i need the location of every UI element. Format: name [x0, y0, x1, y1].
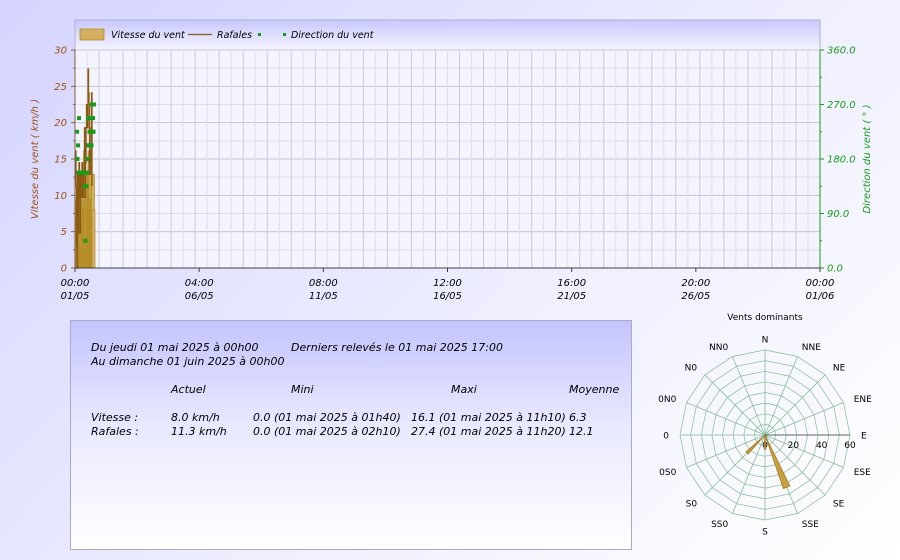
left-tick-label: 0: [61, 264, 67, 275]
left-tick-label: 15: [54, 155, 67, 166]
direction-point: [91, 129, 96, 134]
x-tick-date: 01/06: [806, 291, 835, 302]
rose-direction-label: 0N0: [658, 395, 676, 405]
row-gust-max: 27.4 (01 mai 2025 à 11h20): [411, 425, 566, 438]
left-tick-label: 5: [61, 227, 67, 238]
header-max: Maxi: [451, 383, 477, 396]
rose-direction-label: 0S0: [659, 468, 676, 478]
row-gust-min: 0.0 (01 mai 2025 à 02h10): [253, 425, 401, 438]
x-tick-date: 16/05: [433, 291, 462, 302]
rose-direction-label: N0: [685, 364, 698, 374]
left-tick-label: 25: [54, 82, 67, 93]
row-speed-current: 8.0 km/h: [171, 411, 220, 424]
right-tick-label: 0.0: [827, 264, 843, 275]
left-tick-label: 20: [54, 118, 67, 129]
header-avg: Moyenne: [569, 383, 620, 396]
rose-radial-tick-label: 20: [788, 441, 800, 451]
rose-direction-label: S0: [686, 499, 698, 509]
right-tick-label: 360.0: [827, 46, 856, 57]
period-end: Au dimanche 01 juin 2025 à 00h00: [91, 355, 285, 368]
x-tick-time: 00:00: [806, 278, 835, 289]
header-current: Actuel: [171, 383, 206, 396]
direction-point: [83, 238, 88, 243]
header-min: Mini: [291, 383, 314, 396]
x-tick-date: 11/05: [309, 291, 338, 302]
right-axis-label: Direction du vent ( ° ): [862, 104, 873, 213]
rose-direction-label: NNE: [802, 343, 821, 353]
speed-bar: [91, 209, 96, 269]
row-speed-max: 16.1 (01 mai 2025 à 11h10): [411, 411, 566, 424]
direction-point: [76, 143, 81, 148]
x-tick-time: 08:00: [309, 278, 338, 289]
row-gust-label: Rafales :: [91, 425, 139, 438]
row-gust-current: 11.3 km/h: [171, 425, 227, 438]
left-tick-label: 10: [54, 191, 67, 202]
right-tick-label: 180.0: [827, 155, 856, 166]
x-tick-time: 12:00: [433, 278, 462, 289]
x-tick-time: 00:00: [61, 278, 90, 289]
rose-direction-label: NE: [833, 364, 846, 374]
legend-direction-swatch: [258, 33, 261, 36]
right-tick-label: 270.0: [827, 100, 856, 111]
legend-speed-label: Vitesse du vent: [111, 30, 186, 41]
rose-radial-tick-label: 60: [844, 441, 856, 451]
rose-direction-label: N: [762, 336, 769, 346]
direction-point: [84, 184, 89, 189]
row-speed-min: 0.0 (01 mai 2025 à 01h40): [253, 411, 401, 424]
rose-direction-label: SE: [833, 499, 845, 509]
rose-direction-label: ENE: [854, 395, 872, 405]
x-tick-time: 16:00: [557, 278, 586, 289]
x-tick-time: 04:00: [185, 278, 214, 289]
wind-chart: 0 5 10 15 20 25 30 Vitesse du vent ( km/h ) 0.0 9…: [30, 19, 873, 302]
x-tick-date: 26/05: [681, 291, 710, 302]
direction-point: [75, 129, 79, 134]
direction-point: [85, 157, 90, 161]
direction-point: [91, 116, 96, 121]
info-panel: Du jeudi 01 mai 2025 à 00h00 Au dimanche…: [70, 320, 632, 550]
rose-direction-label: E: [861, 432, 867, 442]
direction-point: [85, 170, 90, 175]
direction-point: [89, 143, 94, 148]
x-tick-date: 01/05: [61, 291, 90, 302]
rose-direction-label: SSE: [802, 520, 819, 530]
rose-direction-label: S: [762, 528, 768, 538]
legend-band: [74, 19, 821, 51]
rose-petal: [764, 434, 791, 490]
legend-gust-label: Rafales: [217, 30, 252, 41]
row-speed-label: Vitesse :: [91, 411, 139, 424]
rose-radial-tick-label: 40: [816, 441, 828, 451]
x-tick-date: 21/05: [557, 291, 586, 302]
legend-direction-label: Direction du vent: [291, 30, 375, 41]
rose-direction-label: ESE: [854, 468, 871, 478]
direction-point: [75, 157, 80, 161]
right-tick-label: 90.0: [827, 209, 849, 220]
legend-speed-swatch: [79, 28, 105, 41]
rose-direction-label: 0: [663, 432, 669, 442]
row-gust-avg: 12.1: [569, 425, 594, 438]
x-tick-time: 20:00: [681, 278, 710, 289]
left-tick-label: 30: [54, 46, 67, 57]
period-start: Du jeudi 01 mai 2025 à 00h00: [91, 341, 259, 354]
legend-direction-swatch: [283, 33, 286, 36]
wind-rose: Vents dominants N NNE NE ENE E ESE SE SSE S SS0 S0 0…: [658, 313, 872, 538]
last-reading: Derniers relevés le 01 mai 2025 17:00: [291, 341, 503, 354]
rose-direction-label: SS0: [711, 520, 728, 530]
direction-point: [77, 116, 82, 121]
left-axis-label: Vitesse du vent ( km/h ): [30, 99, 41, 219]
row-speed-avg: 6.3: [569, 411, 587, 424]
rose-direction-label: NN0: [709, 343, 728, 353]
x-tick-date: 06/05: [185, 291, 214, 302]
rose-title: Vents dominants: [727, 313, 803, 323]
direction-point: [92, 102, 97, 107]
